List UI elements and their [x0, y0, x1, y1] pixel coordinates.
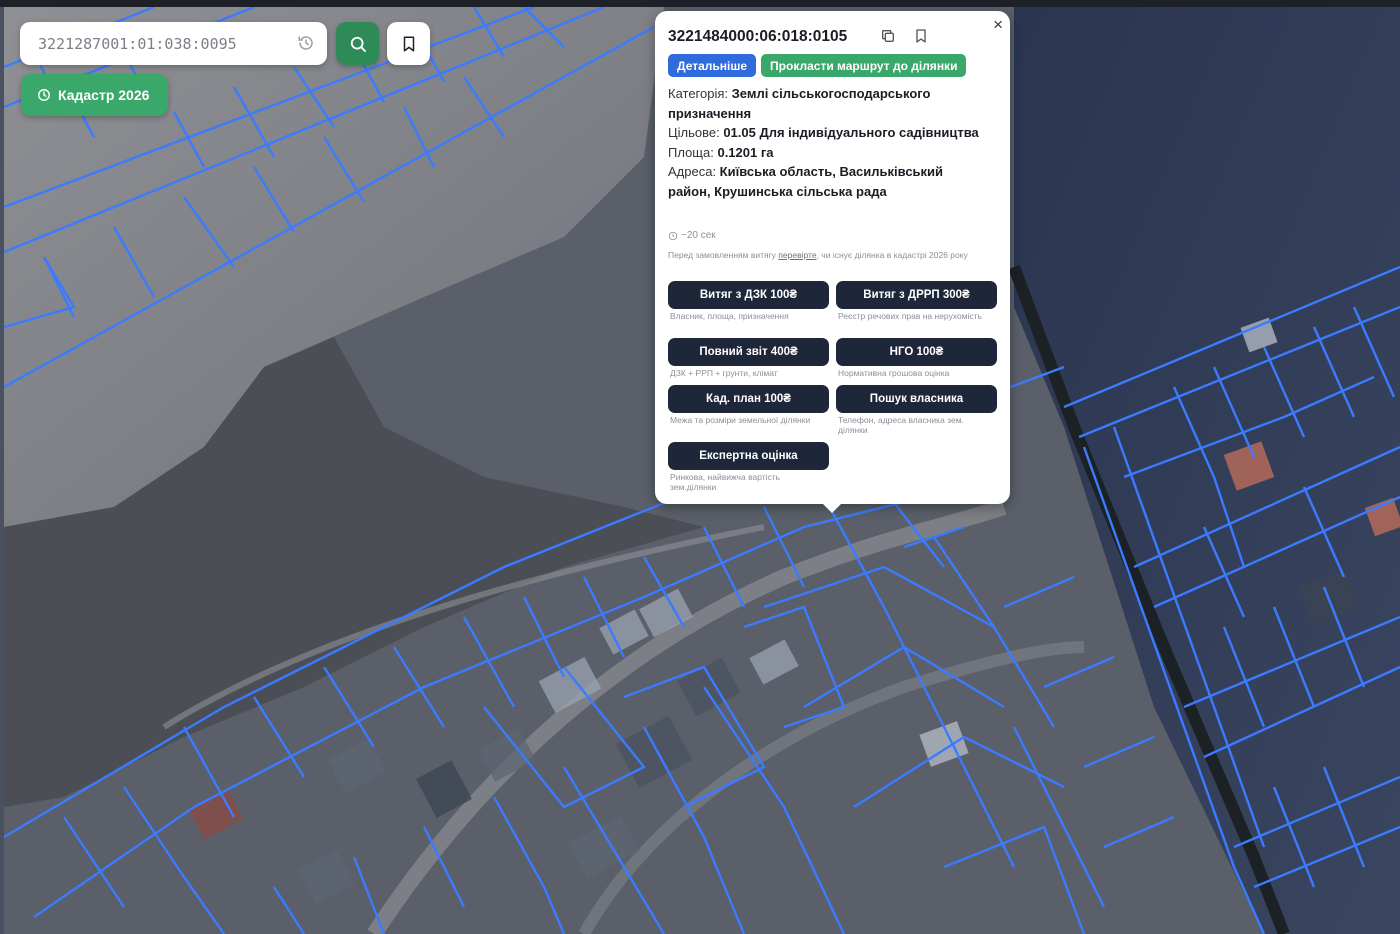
order-cad-plan: Кад. план 100₴ Межа та розміри земельної…: [668, 385, 829, 425]
cadastral-search-box[interactable]: [20, 22, 327, 65]
order-full-report-desc: ДЗК + РРП + грунти, клімат: [670, 368, 778, 378]
clock-icon: [38, 89, 50, 101]
category-label: Категорія:: [668, 86, 732, 101]
order-drrp: Витяг з ДРРП 300₴ Реєстр речових прав на…: [836, 281, 997, 321]
order-expert-valuation-button[interactable]: Експертна оцінка: [668, 442, 829, 470]
order-expert-valuation-desc: Ринкова, найвижча вартість зем.ділянки: [670, 472, 781, 492]
order-full-report: Повний звіт 400₴ ДЗК + РРП + грунти, клі…: [668, 338, 829, 378]
clock-icon: [668, 231, 678, 240]
history-icon[interactable]: [297, 34, 315, 52]
address-label: Адреса:: [668, 164, 720, 179]
note-after: , чи існує ділянка в кадастрі 2026 року: [816, 250, 968, 260]
order-cad-plan-desc: Межа та розміри земельної ділянки: [670, 415, 811, 425]
note-before: Перед замовленням витягу: [668, 250, 779, 260]
order-drrp-desc: Реєстр речових прав на нерухомість: [838, 311, 983, 321]
popup-actions: Детальніше Прокласти маршрут до ділянки: [668, 54, 967, 77]
area-label: Площа:: [668, 144, 718, 160]
order-owner-search-button[interactable]: Пошук власника: [836, 385, 997, 413]
order-dzk-desc: Власник, площа, призначення: [670, 311, 789, 321]
route-button[interactable]: Прокласти маршрут до ділянки: [761, 54, 967, 77]
area-row: Площа: 0.1201 га: [668, 143, 988, 163]
search-button[interactable]: [336, 22, 379, 65]
bookmark-icon[interactable]: [913, 28, 929, 44]
time-estimate-text: ~20 сек: [681, 230, 716, 241]
cadastre-2026-label: Кадастр 2026: [58, 87, 150, 103]
order-ngo-desc: Нормативна грошова оцінка: [838, 368, 950, 378]
close-icon[interactable]: ×: [993, 15, 1003, 35]
parcel-info: Категорія: Землі сільськогосподарського …: [668, 84, 988, 201]
order-cad-plan-button[interactable]: Кад. план 100₴: [668, 385, 829, 413]
copy-icon[interactable]: [880, 28, 896, 44]
order-ngo-button[interactable]: НГО 100₴: [836, 338, 997, 366]
parcel-info-popup: × 3221484000:06:018:0105 Детальніше Прок…: [655, 11, 1010, 513]
bookmark-icon: [403, 36, 414, 51]
order-expert-valuation: Експертна оцінка Ринкова, найвижча варті…: [668, 442, 829, 492]
order-dzk-button[interactable]: Витяг з ДЗК 100₴: [668, 281, 829, 309]
order-owner-search: Пошук власника Телефон, адреса власника …: [836, 385, 997, 435]
parcel-number: 3221484000:06:018:0105: [668, 28, 848, 45]
saved-parcels-button[interactable]: [387, 22, 430, 65]
order-owner-search-desc: Телефон, адреса власника зем. ділянки: [838, 415, 964, 435]
time-estimate: ~20 сек: [668, 230, 716, 241]
purpose-label: Цільове:: [668, 125, 724, 140]
order-dzk: Витяг з ДЗК 100₴ Власник, площа, признач…: [668, 281, 829, 321]
address-row: Адреса: Київська область, Васильківський…: [668, 162, 988, 201]
order-full-report-button[interactable]: Повний звіт 400₴: [668, 338, 829, 366]
cadastre-2026-button[interactable]: Кадастр 2026: [21, 74, 168, 116]
category-row: Категорія: Землі сільськогосподарського …: [668, 84, 988, 123]
check-note: Перед замовленням витягу перевірте, чи і…: [668, 250, 993, 261]
order-ngo: НГО 100₴ Нормативна грошова оцінка: [836, 338, 997, 378]
order-drrp-button[interactable]: Витяг з ДРРП 300₴: [836, 281, 997, 309]
search-icon: [350, 36, 366, 52]
area-value: 0.1201 га: [717, 144, 774, 160]
details-button[interactable]: Детальніше: [668, 54, 757, 77]
purpose-value: 01.05 Для індивідуального садівництва: [723, 125, 979, 140]
window-top-strip: [0, 0, 1400, 7]
purpose-row: Цільове: 01.05 Для індивідуального садів…: [668, 123, 988, 143]
check-link[interactable]: перевірте: [778, 250, 816, 260]
cadastral-number-input[interactable]: [36, 33, 280, 54]
